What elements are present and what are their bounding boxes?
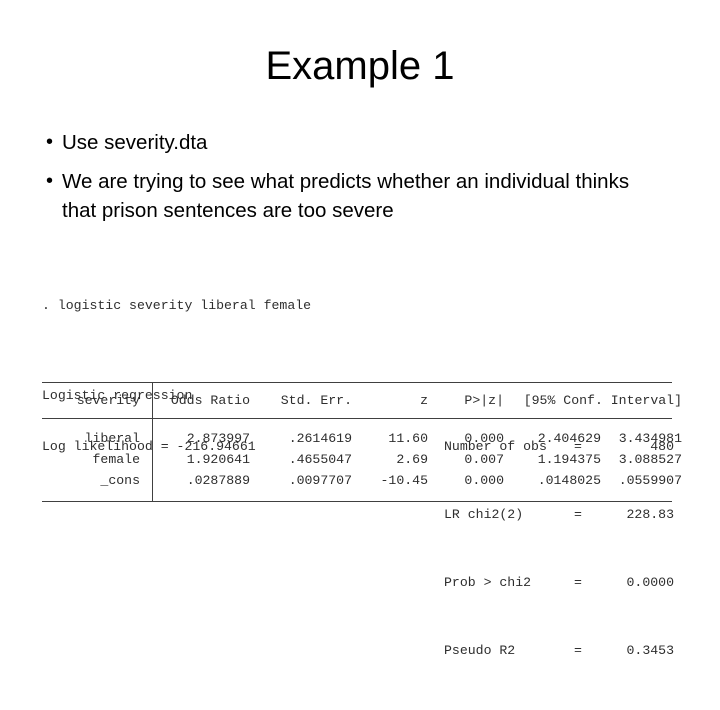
row-term: female <box>92 452 140 467</box>
column-header-odds-ratio: Odds Ratio <box>170 393 250 408</box>
stat-value: 0.3453 <box>626 643 674 658</box>
stat-value: 228.83 <box>626 507 674 522</box>
table-vertical-divider <box>152 383 153 418</box>
table-bottom-rule <box>42 501 672 502</box>
list-item: • We are trying to see what predicts whe… <box>40 167 660 225</box>
cell-odds-ratio: .0287889 <box>186 473 250 488</box>
stat-label: Prob > chi2 <box>444 575 532 590</box>
stat-label: LR chi2(2) <box>444 507 524 522</box>
stat-value: 0.0000 <box>626 575 674 590</box>
cell-ci-low: 1.194375 <box>537 452 601 467</box>
stat-row-lr-chi2: LR chi2(2) = 228.83 <box>444 506 674 523</box>
cell-ci-high: 3.434981 <box>618 431 682 446</box>
table-vertical-divider <box>152 419 153 501</box>
cell-ci-high: .0559907 <box>618 473 682 488</box>
bullet-text: Use severity.dta <box>62 131 208 154</box>
column-header-severity: severity <box>76 393 140 408</box>
row-term: liberal <box>84 431 140 446</box>
table-row: female 1.920641 .4655047 2.69 0.007 1.19… <box>42 449 682 470</box>
table-row: _cons .0287889 .0097707 -10.45 0.000 .01… <box>42 470 682 491</box>
cell-ci-low: .0148025 <box>537 473 601 488</box>
cell-std-err: .4655047 <box>288 452 352 467</box>
column-header-p-value: P>|z| <box>464 393 504 408</box>
bullet-icon: • <box>46 131 54 153</box>
page-title: Example 1 <box>265 44 455 88</box>
cell-ci-low: 2.404629 <box>537 431 601 446</box>
column-header-z: z <box>420 393 428 408</box>
cell-odds-ratio: 1.920641 <box>186 452 250 467</box>
equals-sign: = <box>574 575 582 590</box>
cell-std-err: .0097707 <box>288 473 352 488</box>
equals-sign: = <box>574 507 582 522</box>
bullet-list: • Use severity.dta • We are trying to se… <box>40 128 660 235</box>
cell-ci-high: 3.088527 <box>618 452 682 467</box>
column-header-conf-interval: [95% Conf. Interval] <box>523 393 682 408</box>
cell-std-err: .2614619 <box>288 431 352 446</box>
stata-command-line: . logistic severity liberal female <box>42 298 312 313</box>
column-header-std-err: Std. Err. <box>280 393 352 408</box>
bullet-text: We are trying to see what predicts wheth… <box>62 170 630 222</box>
cell-p-value: 0.000 <box>464 431 504 446</box>
table-header-section: severity Odds Ratio Std. Err. z P>|z| [9… <box>42 383 682 418</box>
table-data-section: liberal 2.873997 .2614619 11.60 0.000 2.… <box>42 419 682 501</box>
regression-results-table: severity Odds Ratio Std. Err. z P>|z| [9… <box>42 382 682 502</box>
bullet-icon: • <box>46 170 54 192</box>
cell-p-value: 0.000 <box>464 473 504 488</box>
stat-label: Pseudo R2 <box>444 643 516 658</box>
cell-p-value: 0.007 <box>464 452 504 467</box>
cell-z: 2.69 <box>396 452 428 467</box>
table-header-row: severity Odds Ratio Std. Err. z P>|z| [9… <box>42 390 682 411</box>
cell-odds-ratio: 2.873997 <box>186 431 250 446</box>
cell-z: 11.60 <box>388 431 428 446</box>
list-item: • Use severity.dta <box>40 128 660 157</box>
stat-row-prob-chi2: Prob > chi2 = 0.0000 <box>444 574 674 591</box>
table-row: liberal 2.873997 .2614619 11.60 0.000 2.… <box>42 428 682 449</box>
equals-sign: = <box>574 643 582 658</box>
stat-row-pseudo-r2: Pseudo R2 = 0.3453 <box>444 642 674 659</box>
cell-z: -10.45 <box>380 473 428 488</box>
row-term: _cons <box>100 473 140 488</box>
